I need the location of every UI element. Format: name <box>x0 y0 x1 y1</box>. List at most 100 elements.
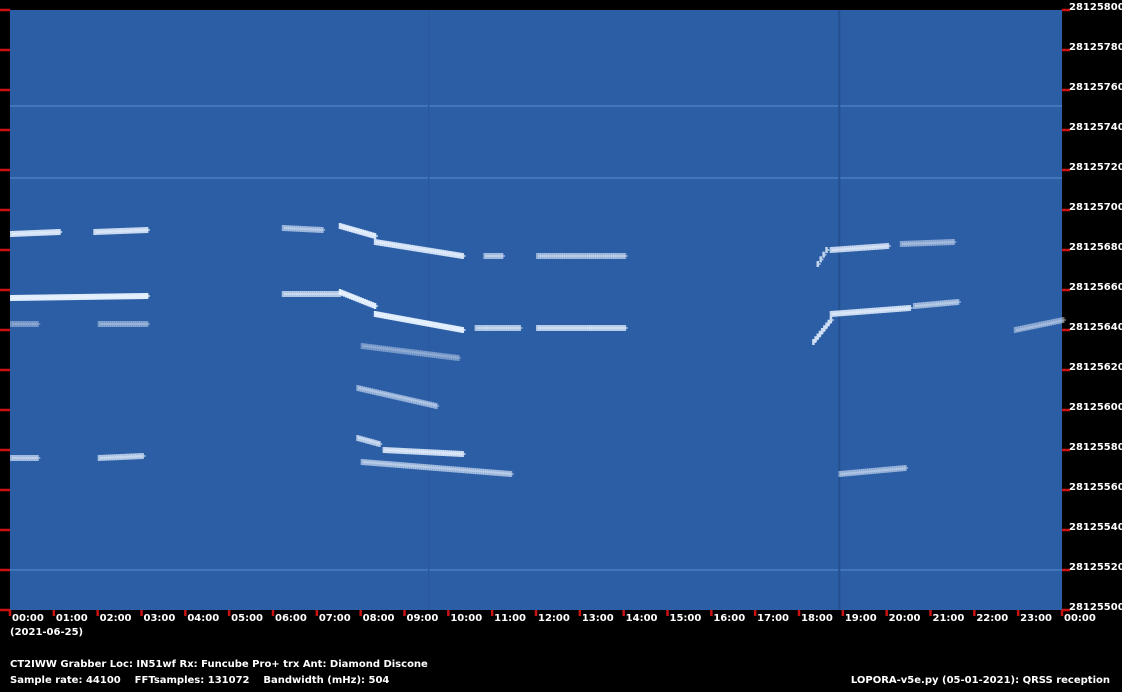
signal-trace-upper <box>819 263 821 265</box>
signal-trace-upper <box>816 261 820 267</box>
signal-trace-lower <box>12 455 15 461</box>
signal-trace-upper <box>954 241 957 243</box>
signal-trace-lower <box>25 455 28 461</box>
x-tick-label: 15:00 <box>669 613 702 624</box>
signal-trace-lower <box>27 455 31 461</box>
signal-trace-lower <box>14 455 17 461</box>
signal-trace-faint <box>20 321 24 327</box>
signal-trace-lower <box>144 455 146 457</box>
signal-trace-upper <box>60 231 63 233</box>
signal-trace-lower <box>36 455 39 461</box>
signal-trace-upper <box>503 255 505 257</box>
signal-trace-upper <box>819 256 822 263</box>
signal-trace-lower <box>38 457 41 459</box>
signal-trace-lower <box>367 438 370 444</box>
x-tick-label: 04:00 <box>187 613 220 624</box>
y-tick-label: 28125560 <box>1069 482 1122 493</box>
signal-trace-lower <box>437 405 440 407</box>
x-tick-label: 21:00 <box>932 613 965 624</box>
signal-trace-upper <box>461 253 464 259</box>
x-tick-label: 06:00 <box>275 613 307 624</box>
signal-trace-faint <box>145 321 149 327</box>
signal-trace-main <box>461 327 464 333</box>
signal-trace-upper <box>825 247 828 253</box>
signal-trace-upper <box>148 229 150 231</box>
signal-trace-upper <box>494 253 497 259</box>
x-tick-label: 13:00 <box>581 613 614 624</box>
x-tick-label: 01:00 <box>55 613 88 624</box>
signal-trace-lower <box>34 455 37 461</box>
signal-trace-lower <box>435 403 438 409</box>
signal-trace-main <box>520 327 523 329</box>
signal-trace-upper <box>623 253 627 259</box>
y-tick-label: 28125780 <box>1069 42 1122 53</box>
signal-trace-lower <box>376 440 379 447</box>
station-info: CT2IWW Grabber Loc: IN51wf Rx: Funcube P… <box>10 659 428 670</box>
signal-trace-faint <box>36 321 39 327</box>
signal-trace-main <box>518 325 521 331</box>
signal-trace-lower <box>463 453 466 455</box>
spectrogram-overlay <box>0 8 1070 616</box>
signal-trace-lower <box>365 437 368 444</box>
signal-trace-faint <box>27 321 31 327</box>
signal-trace-lower <box>378 441 381 447</box>
signal-trace-lower <box>29 455 33 461</box>
signal-trace-lower <box>362 436 366 443</box>
signal-trace-lower <box>18 455 22 461</box>
signal-trace-main <box>908 305 912 311</box>
x-tick-label: 11:00 <box>494 613 526 624</box>
y-tick-label: 28125720 <box>1069 162 1122 173</box>
signal-trace-main <box>376 305 378 307</box>
signal-trace-main <box>1062 317 1065 323</box>
signal-trace-upper <box>463 255 466 257</box>
signal-trace-upper <box>492 253 495 259</box>
signal-trace-faint <box>459 357 462 359</box>
signal-trace-lower <box>31 455 35 461</box>
signal-trace-lower <box>20 455 24 461</box>
signal-trace-upper <box>489 253 493 259</box>
signal-trace-faint <box>18 321 22 327</box>
x-tick-label: 16:00 <box>713 613 746 624</box>
signal-trace-lower <box>23 455 26 461</box>
x-tick-label: 17:00 <box>757 613 789 624</box>
x-tick-label: 14:00 <box>625 613 658 624</box>
signal-trace-lower <box>461 451 464 457</box>
signal-trace-faint <box>23 321 26 327</box>
signal-trace-faint <box>16 321 20 327</box>
signal-trace-lower <box>369 438 372 445</box>
signal-trace-faint <box>457 355 460 361</box>
date-label: (2021-06-25) <box>10 627 84 638</box>
signal-trace-upper <box>483 253 486 259</box>
signal-trace-lower <box>380 443 383 445</box>
signal-trace-faint <box>10 321 13 327</box>
x-tick-label: 07:00 <box>318 613 351 624</box>
signal-trace-upper <box>827 249 830 251</box>
signal-trace-main <box>911 307 913 309</box>
y-tick-label: 28125700 <box>1069 202 1122 213</box>
signal-trace-upper <box>376 235 378 237</box>
signal-trace-main <box>145 293 149 299</box>
signal-trace-faint <box>31 321 35 327</box>
signal-trace-main <box>818 330 822 337</box>
x-tick-label: 22:00 <box>976 613 1009 624</box>
signal-trace-upper <box>373 233 377 239</box>
signal-trace-upper <box>500 253 504 259</box>
x-tick-label: 18:00 <box>801 613 833 624</box>
y-tick-label: 28125600 <box>1069 402 1122 413</box>
signal-trace-lower <box>509 471 513 477</box>
signal-trace-upper <box>889 245 891 247</box>
signal-trace-faint <box>29 321 33 327</box>
y-tick-label: 28125520 <box>1069 562 1122 573</box>
y-tick-label: 28125540 <box>1069 522 1122 533</box>
signal-trace-lower <box>10 455 13 461</box>
signal-trace-lower <box>906 467 909 469</box>
y-tick-label: 28125680 <box>1069 242 1122 253</box>
signal-trace-faint <box>12 321 15 327</box>
signal-trace-main <box>829 317 833 323</box>
x-tick-label: 02:00 <box>99 613 132 624</box>
y-tick-label: 28125760 <box>1069 82 1122 93</box>
signal-trace-lower <box>141 453 144 459</box>
y-tick-label: 28125580 <box>1069 442 1122 453</box>
signal-trace-upper <box>485 253 489 259</box>
y-tick-label: 28125660 <box>1069 282 1122 293</box>
